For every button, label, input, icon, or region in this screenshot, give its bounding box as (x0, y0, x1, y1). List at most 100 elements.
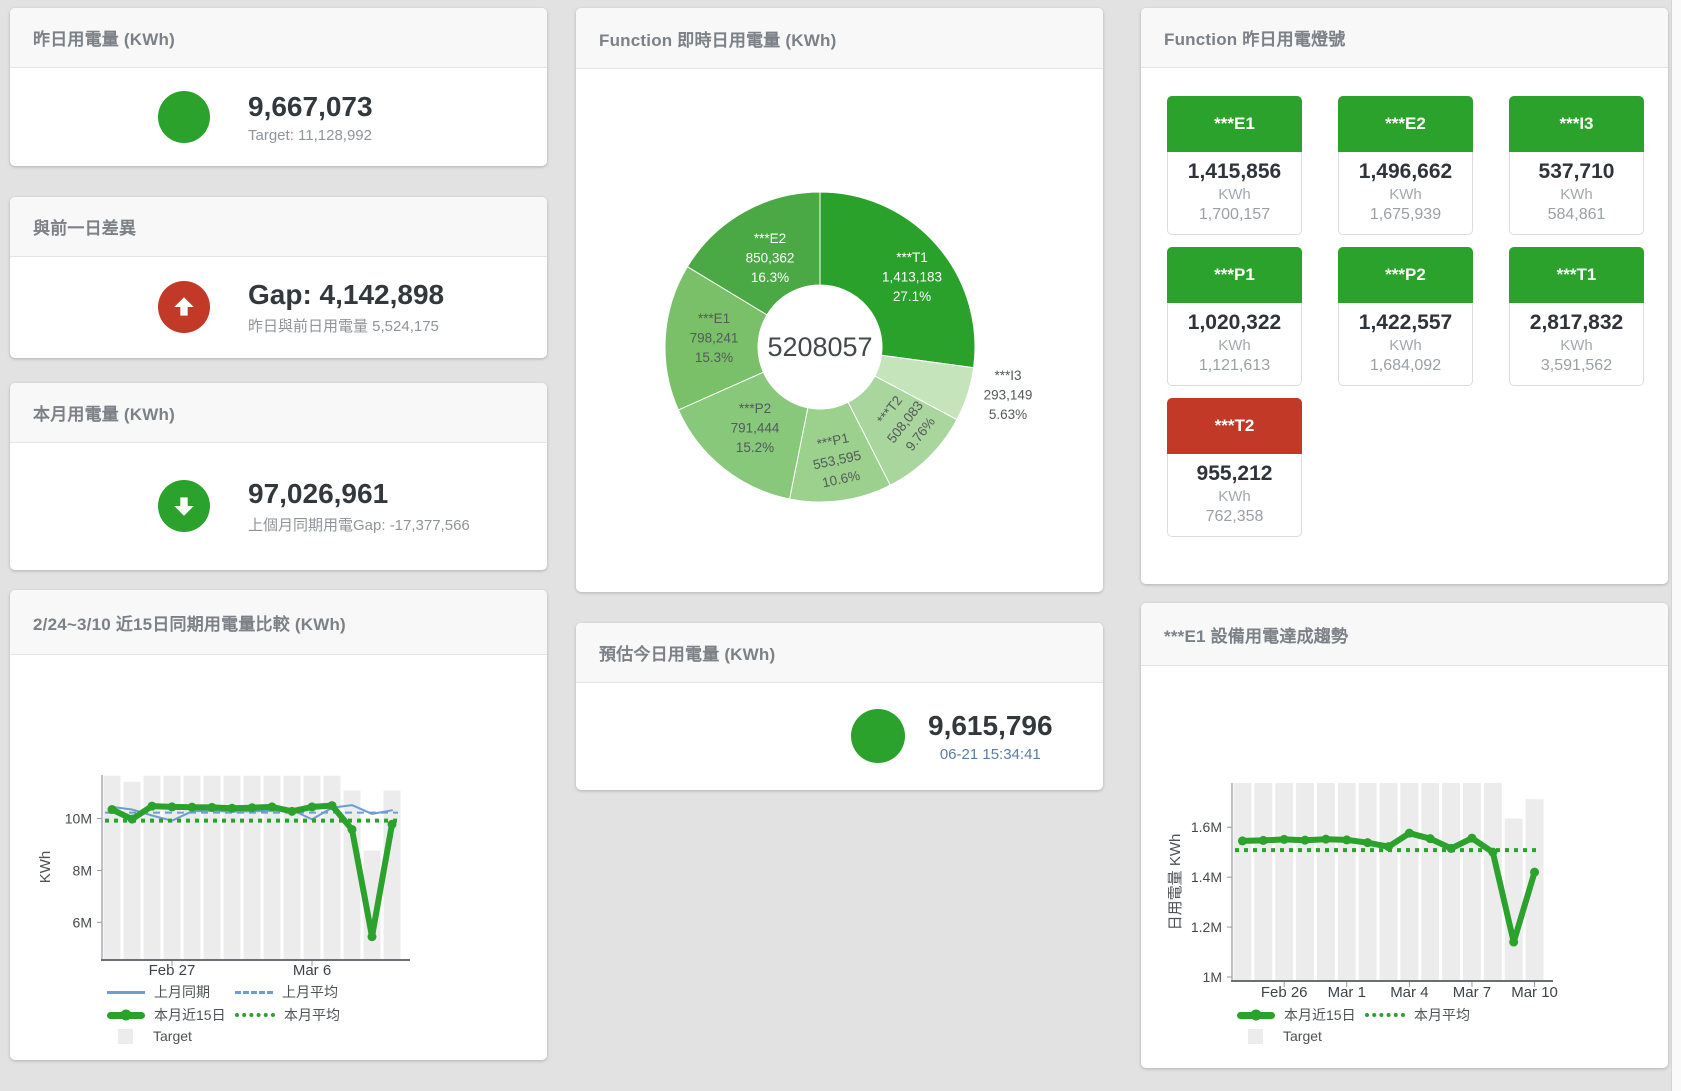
card-header: ***E1 設備用電達成趨勢 (1141, 603, 1668, 666)
tile-value: 2,817,832 (1510, 311, 1643, 335)
arrow-down-circle-icon (158, 480, 210, 532)
target-bar (1359, 783, 1377, 981)
legend-swatch-icon (1365, 1013, 1405, 1017)
legend-swatch-icon (1248, 1029, 1263, 1044)
svg-text:15.2%: 15.2% (736, 440, 774, 455)
y-axis-title: 日用電量 KWh (1167, 834, 1184, 931)
legend-label: 本月平均 (284, 1005, 340, 1025)
x-tick-label: Feb 27 (149, 962, 196, 979)
y-tick-label: 6M (73, 914, 92, 930)
legend-row: 本月近15日 本月平均 (1237, 1005, 1493, 1025)
legend-swatch-icon (107, 991, 145, 994)
target-bar (384, 791, 401, 960)
tile-target: 1,121,613 (1168, 357, 1301, 385)
x-tick-label: Mar 7 (1453, 984, 1491, 1001)
svg-text:16.3%: 16.3% (751, 270, 789, 285)
legend-item-Target[interactable]: Target (107, 1028, 235, 1044)
target-bar (1442, 783, 1460, 981)
tile-unit: KWh (1510, 186, 1643, 203)
y-tick-label: 1.2M (1191, 919, 1222, 935)
svg-text:798,241: 798,241 (690, 331, 739, 346)
tile-value: 537,710 (1510, 160, 1643, 184)
target-bar (284, 776, 301, 960)
card-e1-trend-chart: ***E1 設備用電達成趨勢 1M1.2M1.4M1.6MFeb 26Mar 1… (1141, 603, 1668, 1068)
card-header: 與前一日差異 (10, 197, 547, 257)
tile-unit: KWh (1168, 488, 1301, 505)
legend-swatch-icon (235, 1013, 275, 1017)
target-bar (1234, 783, 1252, 981)
tile-target: 1,675,939 (1339, 206, 1472, 234)
arrow-up-circle-icon (158, 281, 210, 333)
target-bar (1505, 818, 1523, 981)
legend-label: 本月近15日 (154, 1005, 226, 1025)
target-bar (1317, 783, 1335, 981)
legend-row: Target (1237, 1028, 1365, 1044)
tile-value: 1,496,662 (1339, 160, 1472, 184)
device-tile-***P2: ***P21,422,557KWh1,684,092 (1338, 247, 1473, 386)
legend-item-上月平均[interactable]: 上月平均 (235, 982, 363, 1002)
daily-usage-donut-chart: ***T11,413,18327.1%***I3293,1495.63%***T… (576, 69, 1103, 592)
y-tick-label: 8M (73, 862, 92, 878)
device-tile-***T2: ***T2955,212KWh762,358 (1167, 398, 1302, 537)
card-estimated-today: 預估今日用電量 (KWh) 9,615,796 06-21 15:34:41 (576, 623, 1103, 790)
device-tile-***T1: ***T12,817,832KWh3,591,562 (1509, 247, 1644, 386)
legend-item-上月同期[interactable]: 上月同期 (107, 982, 235, 1002)
legend-swatch-icon (1237, 1012, 1275, 1019)
kpi-block: Gap: 4,142,898 昨日與前日用電量 5,524,175 (248, 278, 444, 336)
target-bar (1338, 783, 1356, 981)
energy-dashboard: { "colors": { "green": "#2aa22b", "red":… (0, 0, 1681, 1091)
card-title: 昨日用電量 (KWh) (33, 25, 175, 50)
card-header: Function 即時日用電量 (KWh) (576, 8, 1103, 69)
kpi-value: 97,026,961 (248, 477, 470, 511)
card-title: 與前一日差異 (33, 214, 136, 239)
legend-label: 本月近15日 (1284, 1005, 1356, 1025)
legend-item-本月近15日[interactable]: 本月近15日 (1237, 1005, 1365, 1025)
card-realtime-donut: Function 即時日用電量 (KWh) ***T11,413,18327.1… (576, 8, 1103, 592)
legend-item-本月平均[interactable]: 本月平均 (1365, 1005, 1493, 1025)
tile-value: 955,212 (1168, 462, 1301, 486)
legend-label: Target (1283, 1028, 1322, 1044)
legend-label: 上月平均 (282, 982, 338, 1002)
kpi-timestamp: 06-21 15:34:41 (928, 746, 1053, 763)
svg-text:***T1: ***T1 (896, 250, 928, 265)
kpi-subtitle: 昨日與前日用電量 5,524,175 (248, 315, 444, 336)
kpi-block: 9,667,073 Target: 11,128,992 (248, 90, 373, 144)
card-title: 本月用電量 (KWh) (33, 400, 175, 425)
svg-text:27.1%: 27.1% (893, 289, 931, 304)
legend-row: 上月同期 上月平均 (107, 982, 363, 1002)
svg-text:***E2: ***E2 (754, 231, 786, 246)
tile-target: 1,684,092 (1339, 357, 1472, 385)
tile-unit: KWh (1510, 337, 1643, 354)
card-header: 2/24~3/10 近15日同期用電量比較 (KWh) (10, 590, 547, 655)
donut-slice-label: ***I3293,1495.63% (984, 368, 1033, 422)
tile-status-header: ***E2 (1338, 96, 1473, 152)
legend-label: Target (153, 1028, 192, 1044)
target-bar (1421, 783, 1439, 981)
x-tick-label: Feb 26 (1261, 984, 1308, 1001)
tile-target: 762,358 (1168, 508, 1301, 536)
target-bar (1400, 783, 1418, 981)
tile-target: 1,700,157 (1168, 206, 1301, 234)
tile-target: 3,591,562 (1510, 357, 1643, 385)
svg-text:***P2: ***P2 (739, 401, 771, 416)
scrollbar-track[interactable] (1671, 0, 1681, 1091)
card-gap-vs-previous-day: 與前一日差異 Gap: 4,142,898 昨日與前日用電量 5,524,175 (10, 197, 547, 358)
legend-item-Target[interactable]: Target (1237, 1028, 1365, 1044)
target-bar (224, 776, 241, 960)
kpi-value: 9,667,073 (248, 90, 373, 124)
svg-text:***E1: ***E1 (698, 311, 730, 326)
legend-item-本月近15日[interactable]: 本月近15日 (107, 1005, 235, 1025)
kpi-subtitle: 上個月同期用電Gap: -17,377,566 (248, 514, 470, 535)
target-bar (1463, 783, 1481, 981)
svg-text:5.63%: 5.63% (989, 407, 1027, 422)
legend-item-本月平均[interactable]: 本月平均 (235, 1005, 363, 1025)
device-tile-***P1: ***P11,020,322KWh1,121,613 (1167, 247, 1302, 386)
x-tick-label: Mar 10 (1511, 984, 1558, 1001)
target-bar (1380, 783, 1398, 981)
y-tick-label: 1.6M (1191, 819, 1222, 835)
card-status-lights: Function 昨日用電燈號 ***E11,415,856KWh1,700,1… (1141, 8, 1668, 584)
legend-swatch-icon (118, 1029, 133, 1044)
legend-label: 本月平均 (1414, 1005, 1470, 1025)
tile-value: 1,020,322 (1168, 311, 1301, 335)
tile-value: 1,415,856 (1168, 160, 1301, 184)
